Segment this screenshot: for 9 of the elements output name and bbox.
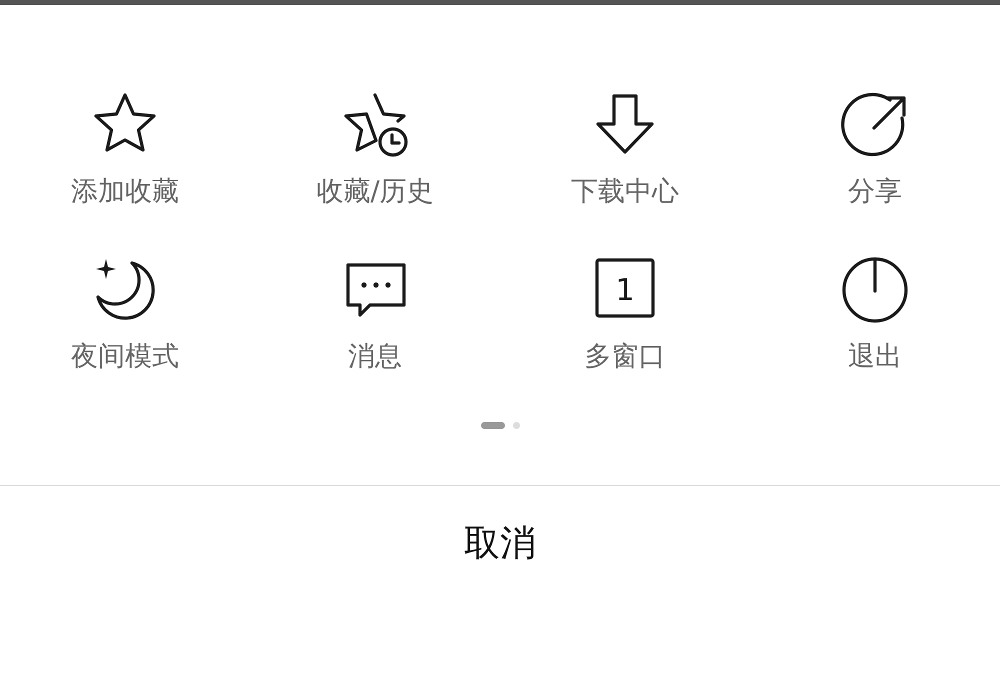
menu-label[interactable]: 添加收藏 xyxy=(71,178,179,205)
menu-label[interactable]: 退出 xyxy=(848,343,902,370)
menu-label[interactable]: 多窗口 xyxy=(584,343,666,370)
menu-label[interactable]: 夜间模式 xyxy=(71,343,179,370)
menu-label[interactable]: 消息 xyxy=(348,343,402,370)
menu-label[interactable]: 收藏/历史 xyxy=(316,178,434,205)
menu-label[interactable]: 分享 xyxy=(848,178,902,205)
power-icon[interactable] xyxy=(840,255,910,325)
menu-label[interactable]: 下载中心 xyxy=(571,178,679,205)
